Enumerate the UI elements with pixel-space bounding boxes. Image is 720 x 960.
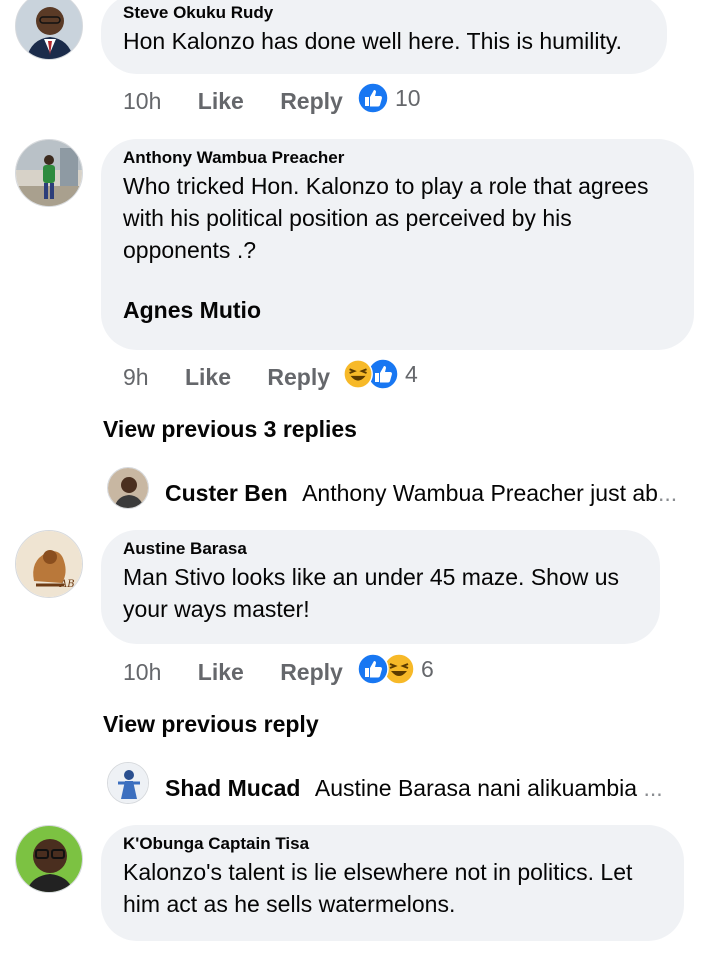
avatar-custer-ben[interactable] (107, 467, 149, 509)
reply-text: Anthony Wambua Preacher just ab (302, 480, 658, 506)
comment-bubble: Steve Okuku Rudy Hon Kalonzo has done we… (101, 0, 667, 74)
avatar-shad-mucad[interactable] (107, 762, 149, 804)
like-icon (357, 82, 389, 114)
profile-photo (108, 468, 148, 508)
haha-icon (343, 359, 373, 389)
profile-photo (108, 763, 148, 803)
like-button[interactable]: Like (185, 364, 231, 390)
comment-time: 9h (123, 364, 149, 390)
comment-text: Hon Kalonzo has done well here. This is … (123, 28, 623, 54)
comment-time: 10h (123, 88, 162, 114)
comment-actions: 10h Like Reply (123, 656, 343, 688)
profile-photo: AB (16, 531, 82, 597)
comment-actions: 9h Like Reply (123, 361, 330, 393)
comment-text: Man Stivo looks like an under 45 maze. S… (123, 564, 620, 622)
view-previous-replies-link[interactable]: View previous 3 replies (103, 416, 357, 443)
comment-author[interactable]: Anthony Wambua Preacher (123, 148, 672, 168)
view-previous-reply-link[interactable]: View previous reply (103, 711, 319, 738)
comment-text: Kalonzo's talent is lie elsewhere not in… (123, 859, 633, 917)
profile-photo (16, 0, 82, 59)
comment-bubble: K'Obunga Captain Tisa Kalonzo's talent i… (101, 825, 684, 941)
profile-photo (16, 826, 82, 892)
reply-button[interactable]: Reply (280, 659, 343, 685)
comment-author[interactable]: K'Obunga Captain Tisa (123, 834, 662, 854)
latest-reply-preview[interactable]: Shad Mucad Austine Barasa nani alikuambi… (165, 772, 663, 804)
reaction-count: 4 (405, 360, 418, 387)
comment-author[interactable]: Steve Okuku Rudy (123, 3, 645, 23)
latest-reply-preview[interactable]: Custer Ben Anthony Wambua Preacher just … (165, 477, 677, 509)
reply-button[interactable]: Reply (267, 364, 330, 390)
comment-time: 10h (123, 659, 162, 685)
reply-ellipsis: ... (657, 480, 678, 506)
like-button[interactable]: Like (198, 88, 244, 114)
comment-text: Who tricked Hon. Kalonzo to play a role … (123, 173, 649, 263)
comment-author[interactable]: Austine Barasa (123, 539, 638, 559)
like-button[interactable]: Like (198, 659, 244, 685)
reaction-summary[interactable]: 4 (343, 358, 418, 390)
reply-button[interactable]: Reply (280, 88, 343, 114)
reaction-summary[interactable]: 10 (357, 82, 421, 114)
reaction-count: 10 (395, 84, 421, 111)
comment-actions: 10h Like Reply (123, 85, 343, 117)
avatar-steve-okuku-rudy[interactable] (15, 0, 83, 60)
like-icon (357, 653, 389, 685)
reply-author[interactable]: Shad Mucad (165, 775, 300, 801)
mentioned-user[interactable]: Agnes Mutio (123, 294, 672, 326)
avatar-kobunga-captain-tisa[interactable] (15, 825, 83, 893)
svg-text:AB: AB (59, 579, 75, 590)
reaction-summary[interactable]: 6 (357, 653, 434, 685)
reply-text: Austine Barasa nani alikuambia (314, 775, 638, 801)
avatar-anthony-wambua-preacher[interactable] (15, 139, 83, 207)
reply-author[interactable]: Custer Ben (165, 480, 288, 506)
reply-ellipsis: ... (643, 775, 663, 801)
reaction-count: 6 (421, 655, 434, 682)
comment-bubble: Anthony Wambua Preacher Who tricked Hon.… (101, 139, 694, 350)
comment-bubble: Austine Barasa Man Stivo looks like an u… (101, 530, 660, 644)
avatar-austine-barasa[interactable]: AB (15, 530, 83, 598)
profile-photo (16, 140, 82, 206)
